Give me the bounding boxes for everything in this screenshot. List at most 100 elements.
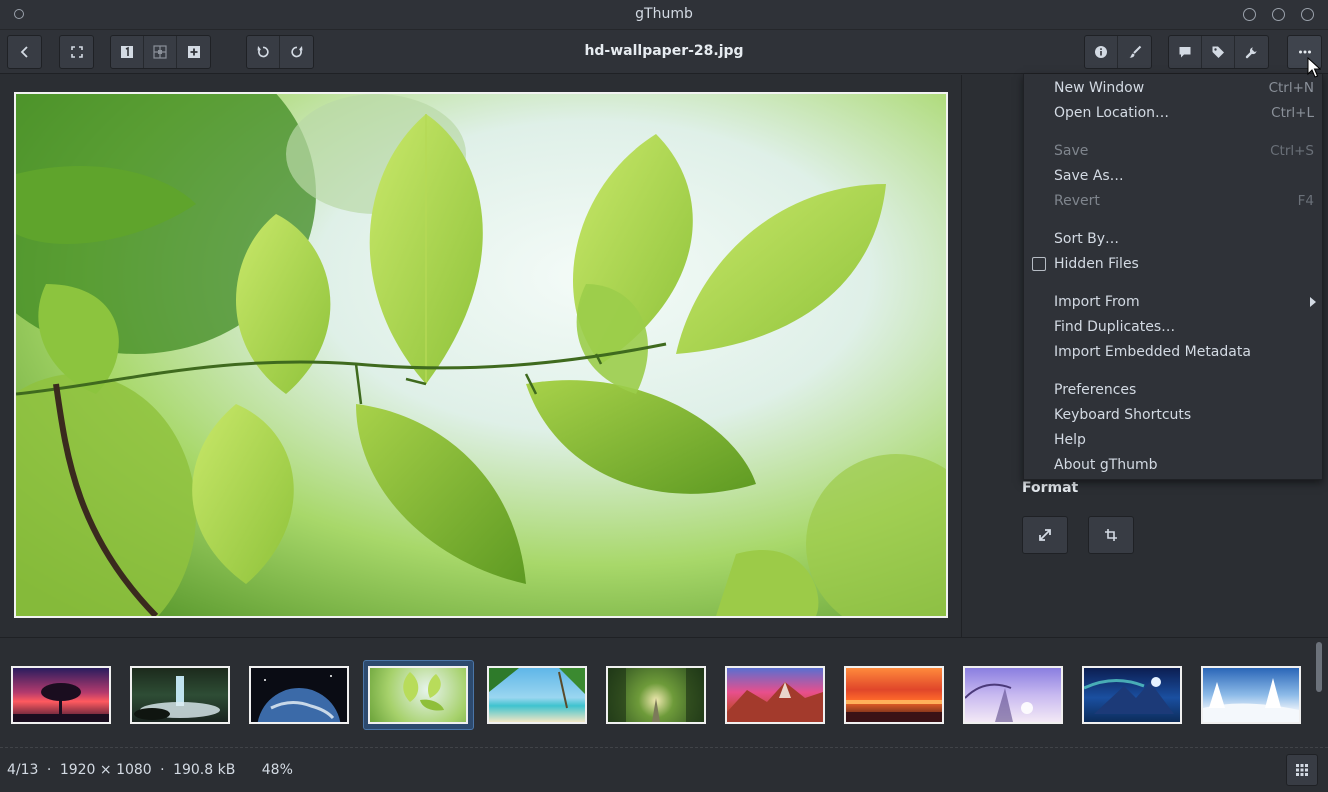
resize-button[interactable] — [1022, 516, 1068, 554]
thumbnail-image — [965, 683, 1033, 722]
menu-item-label: New Window — [1054, 80, 1145, 96]
file-size: 190.8 kB — [173, 762, 236, 778]
thumbnail[interactable] — [249, 666, 349, 724]
menu-item-label: About gThumb — [1054, 457, 1158, 473]
tag-button[interactable] — [1202, 36, 1235, 68]
back-icon — [20, 46, 28, 58]
menu-item-sort-by[interactable]: Sort By… — [1054, 229, 1314, 251]
edit-button[interactable] — [1118, 36, 1151, 68]
menu-item-accel: Ctrl+N — [1268, 80, 1314, 96]
grid-icon — [1296, 764, 1308, 776]
status-bar: 4/13 · 1920 × 1080 · 190.8 kB 48% — [0, 748, 1328, 792]
rotate-left-icon — [257, 46, 269, 58]
thumbnail[interactable] — [844, 666, 944, 724]
thumbnail[interactable] — [11, 666, 111, 724]
close-button[interactable] — [1301, 8, 1314, 21]
menu-item-import-embedded-metadata[interactable]: Import Embedded Metadata — [1054, 342, 1314, 364]
separator: · — [160, 762, 165, 778]
submenu-arrow-icon — [1310, 297, 1316, 307]
thumbnail-scrollbar[interactable] — [1316, 642, 1322, 692]
menu-item-new-window[interactable]: New Window Ctrl+N — [1054, 78, 1314, 100]
browser-view-button[interactable] — [144, 36, 177, 68]
hidden-files-checkbox[interactable] — [1032, 257, 1046, 271]
menu-item-revert[interactable]: Revert F4 — [1054, 191, 1314, 213]
thumbnail-image — [489, 668, 585, 709]
back-button[interactable] — [8, 36, 41, 68]
thumbnail[interactable] — [487, 666, 587, 724]
crop-icon — [1105, 529, 1117, 541]
menu-item-save[interactable]: Save Ctrl+S — [1054, 141, 1314, 163]
zoom-level: 48% — [261, 762, 293, 778]
tools-icon — [1245, 47, 1256, 59]
status-info: 4/13 · 1920 × 1080 · 190.8 kB 48% — [7, 762, 293, 778]
thumbnail[interactable] — [1201, 666, 1301, 724]
menu-item-find-duplicates[interactable]: Find Duplicates… — [1054, 317, 1314, 339]
menu-item-label: Sort By… — [1054, 231, 1120, 247]
minimize-button[interactable] — [1243, 8, 1256, 21]
edit-brush-icon — [1129, 45, 1141, 58]
view-mode-group — [110, 35, 211, 69]
menu-item-label: Revert — [1054, 193, 1100, 209]
thumbnail[interactable] — [963, 666, 1063, 724]
menu-item-keyboard-shortcuts[interactable]: Keyboard Shortcuts — [1054, 405, 1314, 427]
leaves-image — [16, 94, 946, 616]
tag-icon — [1212, 46, 1224, 58]
thumbnail-image — [257, 675, 341, 722]
thumbnail-image — [846, 700, 942, 722]
add-button[interactable] — [177, 36, 210, 68]
header-bar: hd-wallpaper-28.jpg — [0, 30, 1328, 74]
comment-button[interactable] — [1169, 36, 1202, 68]
tools-button[interactable] — [1235, 36, 1268, 68]
thumbnail-image — [403, 672, 444, 711]
window-title: gThumb — [635, 6, 693, 22]
thumbnail-image — [1084, 677, 1174, 714]
format-section-label: Format — [1022, 480, 1079, 496]
image-position: 4/13 — [7, 762, 39, 778]
rotate-right-button[interactable] — [280, 36, 313, 68]
image-viewer[interactable] — [0, 75, 962, 637]
main-image[interactable] — [14, 92, 948, 618]
menu-item-help[interactable]: Help — [1054, 430, 1314, 452]
thumbnail-image — [13, 683, 109, 722]
menu-item-hidden-files[interactable]: Hidden Files — [1054, 254, 1314, 276]
menu-item-import-from[interactable]: Import From — [1054, 292, 1316, 314]
thumbnail-image — [1203, 678, 1299, 722]
gthumb-window: gThumb hd-wallpaper-28.jpg Format New Wi… — [0, 0, 1328, 792]
menu-item-preferences[interactable]: Preferences — [1054, 380, 1314, 402]
thumbnail-image — [134, 676, 220, 720]
info-icon — [1095, 46, 1107, 58]
menu-item-accel: Ctrl+S — [1270, 143, 1314, 159]
menu-item-accel: F4 — [1297, 193, 1314, 209]
single-view-button[interactable] — [111, 36, 144, 68]
image-dimensions: 1920 × 1080 — [59, 762, 152, 778]
separator: · — [46, 762, 52, 778]
mouse-cursor-icon — [1307, 57, 1321, 78]
menu-item-save-as[interactable]: Save As… — [1054, 166, 1314, 188]
crop-button[interactable] — [1088, 516, 1134, 554]
menu-item-accel: Ctrl+L — [1271, 105, 1314, 121]
thumbnail-image — [608, 668, 704, 722]
browser-grid-button[interactable] — [1286, 754, 1318, 786]
menu-item-label: Hidden Files — [1054, 256, 1139, 272]
main-menu-popover: New Window Ctrl+N Open Location… Ctrl+L … — [1023, 74, 1323, 480]
rotate-left-button[interactable] — [247, 36, 280, 68]
add-icon — [187, 46, 200, 58]
menu-item-about[interactable]: About gThumb — [1054, 455, 1314, 477]
menu-item-open-location[interactable]: Open Location… Ctrl+L — [1054, 103, 1314, 125]
thumbnail[interactable] — [606, 666, 706, 724]
rotate-right-icon — [290, 46, 302, 58]
title-bar: gThumb — [0, 0, 1328, 30]
comment-icon — [1179, 47, 1191, 58]
properties-button[interactable] — [1085, 36, 1118, 68]
metadata-group — [1168, 35, 1269, 69]
menu-item-label: Help — [1054, 432, 1086, 448]
thumbnail[interactable] — [725, 666, 825, 724]
thumbnail-strip — [0, 637, 1328, 748]
fullscreen-button[interactable] — [60, 36, 93, 68]
single-view-icon — [121, 46, 133, 58]
thumbnail[interactable] — [130, 666, 230, 724]
thumbnail[interactable] — [1082, 666, 1182, 724]
maximize-button[interactable] — [1272, 8, 1285, 21]
thumbnail-selected[interactable] — [368, 666, 468, 724]
menu-item-label: Save — [1054, 143, 1089, 159]
